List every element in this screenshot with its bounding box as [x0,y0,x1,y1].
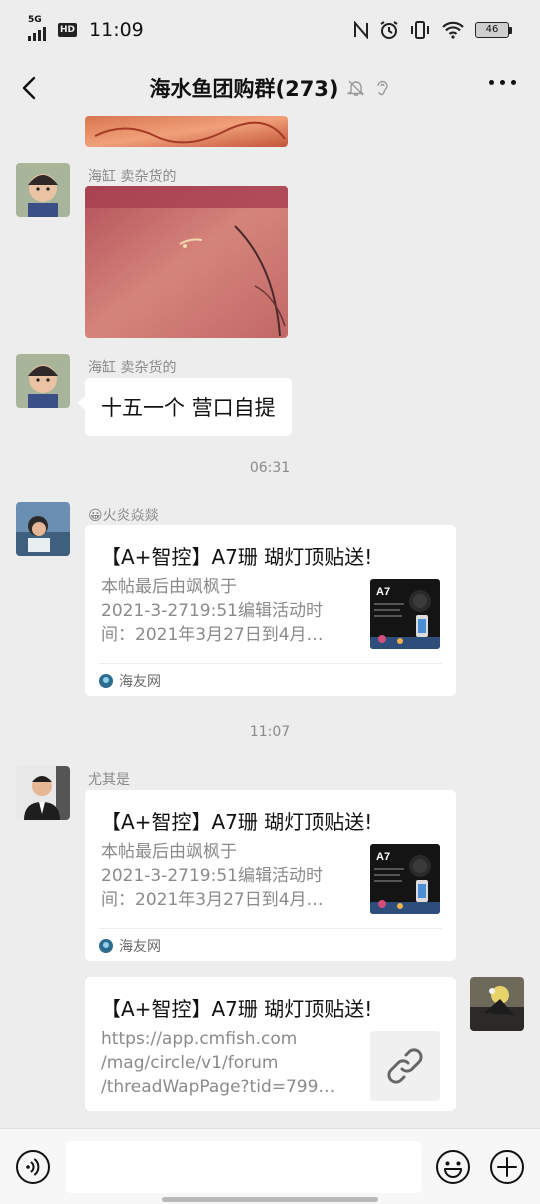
card-source-name: 海友网 [119,939,161,955]
timestamp: 11:07 [249,724,291,740]
svg-text:A7: A7 [376,851,390,863]
chat-title[interactable]: 海水鱼团购群(273) [149,73,338,103]
source-logo-icon [99,674,113,688]
alarm-icon [380,21,398,39]
cellular-signal-icon: 5G [28,15,50,41]
sender-name: 尤其是 [88,772,130,788]
card-divider [99,928,442,929]
vibrate-icon [411,21,429,39]
sender-name: 海缸 卖杂货的 [88,169,177,185]
battery-level: 46 [475,22,509,38]
card-source: 海友网 [99,936,161,956]
hd-badge: HD [58,23,78,37]
status-time: 11:09 [89,19,144,41]
card-thumbnail: A7 [370,579,440,649]
card-description: 本帖最后由飒枫于 2021-3-2719:51编辑活动时 间：2021年3月27… [101,842,324,910]
link-icon [370,1031,440,1101]
link-card[interactable]: 【A+智控】A7珊 瑚灯顶贴送! 本帖最后由飒枫于 2021-3-2719:51… [85,525,456,696]
image-message[interactable] [85,186,288,338]
emoji-icon[interactable] [435,1149,471,1185]
nfc-icon [354,21,368,39]
voice-icon[interactable] [15,1149,51,1185]
link-card[interactable]: 【A+智控】A7珊 瑚灯顶贴送! 本帖最后由飒枫于 2021-3-2719:51… [85,790,456,961]
link-card[interactable]: 【A+智控】A7珊 瑚灯顶贴送! https://app.cmfish.com … [85,977,456,1111]
sender-name: 海缸 卖杂货的 [88,360,177,376]
battery-icon: 46 [475,22,512,38]
avatar[interactable] [16,163,70,217]
input-bar [0,1128,540,1204]
chat-header: 海水鱼团购群(273) [0,60,540,116]
sender-name: 😀火炎焱燚 [88,508,159,524]
card-title: 【A+智控】A7珊 瑚灯顶贴送! [101,997,373,1021]
home-indicator[interactable] [162,1197,378,1202]
more-dots-icon[interactable] [489,80,516,85]
plus-icon[interactable] [489,1149,525,1185]
chat-message-list[interactable]: 海缸 卖杂货的 海缸 卖杂货的 十五一个 营口自提 06:31 😀火炎焱燚 【A… [0,116,540,1128]
network-type: 5G [28,15,42,25]
card-source: 海友网 [99,671,161,691]
avatar[interactable] [16,354,70,408]
source-logo-icon [99,939,113,953]
wifi-icon [442,21,464,39]
image-message[interactable] [85,116,288,147]
svg-text:A7: A7 [376,586,390,598]
card-title: 【A+智控】A7珊 瑚灯顶贴送! [101,810,373,834]
card-title: 【A+智控】A7珊 瑚灯顶贴送! [101,545,373,569]
message-input[interactable] [66,1141,421,1193]
card-source-name: 海友网 [119,674,161,690]
card-divider [99,663,442,664]
timestamp: 06:31 [249,460,291,476]
ear-icon [376,80,388,96]
avatar[interactable] [16,766,70,820]
status-bar: 5G HD 11:09 46 [0,0,540,60]
card-description: 本帖最后由飒枫于 2021-3-2719:51编辑活动时 间：2021年3月27… [101,577,324,645]
my-avatar[interactable] [470,977,524,1031]
avatar[interactable] [16,502,70,556]
text-message[interactable]: 十五一个 营口自提 [78,378,292,436]
card-thumbnail: A7 [370,844,440,914]
card-url: https://app.cmfish.com /mag/circle/v1/fo… [101,1029,336,1097]
mute-bell-icon [346,80,364,96]
